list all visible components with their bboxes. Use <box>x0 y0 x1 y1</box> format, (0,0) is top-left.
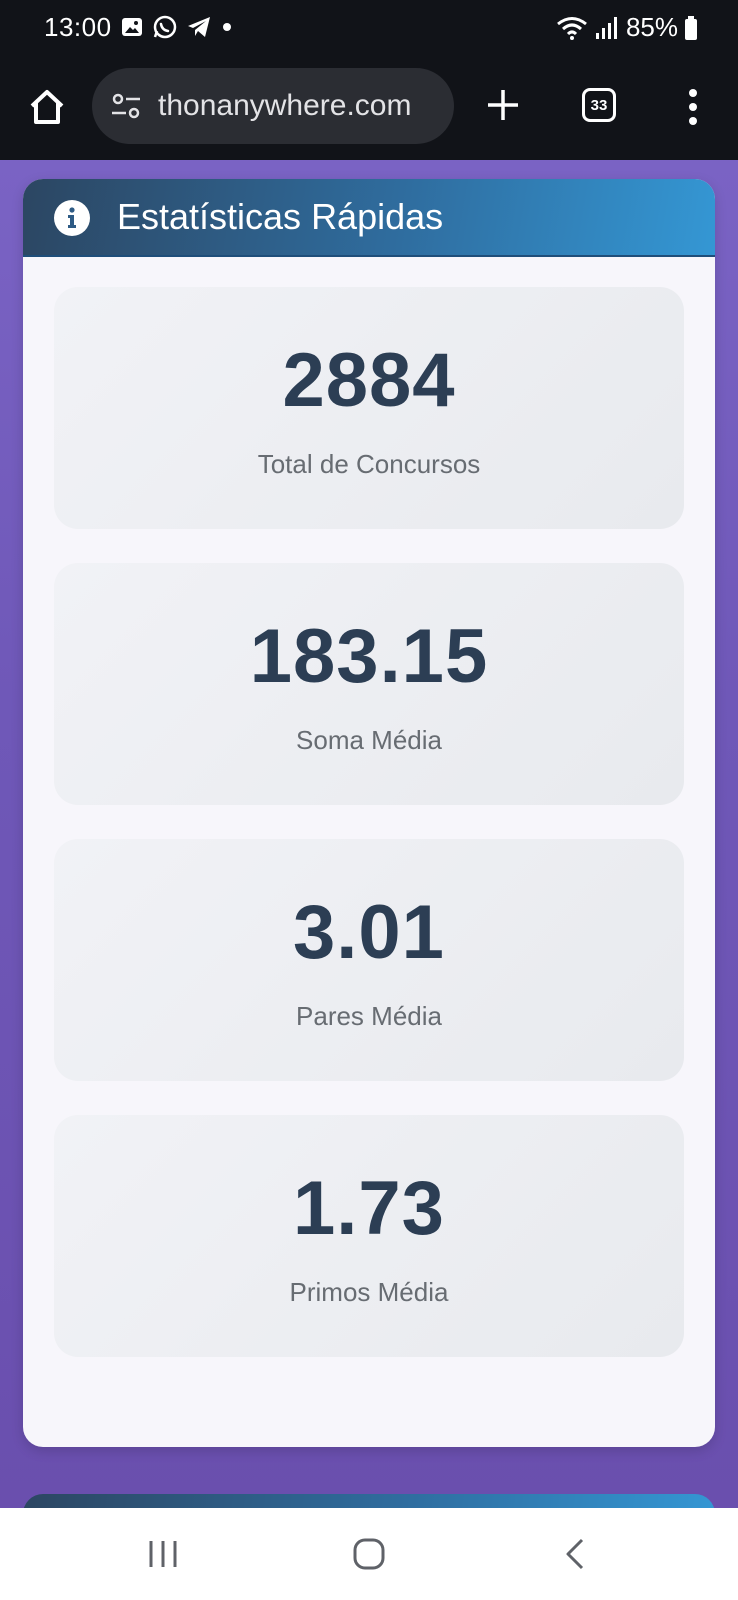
card-title: Estatísticas Rápidas <box>117 196 444 237</box>
more-menu-button[interactable] <box>676 82 710 132</box>
menu-dot <box>689 117 697 125</box>
stat-label: Total de Concursos <box>257 449 481 479</box>
back-button[interactable] <box>550 1532 600 1576</box>
stat-total-concursos: 2884 Total de Concursos <box>54 287 684 529</box>
stat-label: Soma Média <box>296 725 442 755</box>
address-bar[interactable]: thonanywhere.com <box>92 68 454 144</box>
whatsapp-icon <box>153 15 177 39</box>
wifi-icon <box>557 16 587 40</box>
battery-percent: 85% <box>625 12 678 42</box>
tab-switcher-button[interactable]: 33 <box>582 88 616 122</box>
system-nav-bar <box>0 1508 738 1600</box>
stat-value: 183.15 <box>249 614 489 699</box>
stat-label: Primos Média <box>289 1277 449 1307</box>
site-settings-icon[interactable] <box>110 90 142 122</box>
battery-icon <box>685 15 697 40</box>
stat-label: Pares Média <box>296 1001 442 1031</box>
back-icon <box>566 1538 584 1570</box>
telegram-icon <box>188 17 210 37</box>
recent-apps-button[interactable] <box>138 1532 188 1576</box>
notification-icons <box>120 14 234 40</box>
menu-dot <box>689 89 697 97</box>
menu-dot <box>689 103 697 111</box>
next-card-header <box>23 1494 715 1508</box>
status-bar: 13:00 85% <box>0 0 738 58</box>
signal-icon <box>595 16 617 39</box>
home-circle-icon <box>353 1538 385 1570</box>
card-header: Estatísticas Rápidas <box>23 179 715 257</box>
plus-icon <box>488 90 518 120</box>
status-time: 13:00 <box>44 12 112 42</box>
image-icon <box>122 18 142 36</box>
recent-apps-icon <box>149 1541 177 1567</box>
page-content: Estatísticas Rápidas 2884 Total de Concu… <box>0 160 738 1508</box>
stat-soma-media: 183.15 Soma Média <box>54 563 684 805</box>
home-button[interactable] <box>22 82 72 132</box>
url-text[interactable]: thonanywhere.com <box>158 68 411 144</box>
info-icon <box>54 200 90 236</box>
home-nav-button[interactable] <box>344 1532 394 1576</box>
quick-stats-card: Estatísticas Rápidas 2884 Total de Concu… <box>23 179 715 1447</box>
home-icon <box>30 90 64 124</box>
new-tab-button[interactable] <box>478 80 528 130</box>
stat-pares-media: 3.01 Pares Média <box>54 839 684 1081</box>
stat-primos-media: 1.73 Primos Média <box>54 1115 684 1357</box>
browser-toolbar: thonanywhere.com 33 <box>0 58 738 160</box>
dot-icon <box>223 23 231 31</box>
stat-value: 2884 <box>282 338 456 423</box>
stat-value: 3.01 <box>293 890 445 975</box>
status-right: 85% <box>556 12 698 43</box>
stat-value: 1.73 <box>293 1166 445 1251</box>
